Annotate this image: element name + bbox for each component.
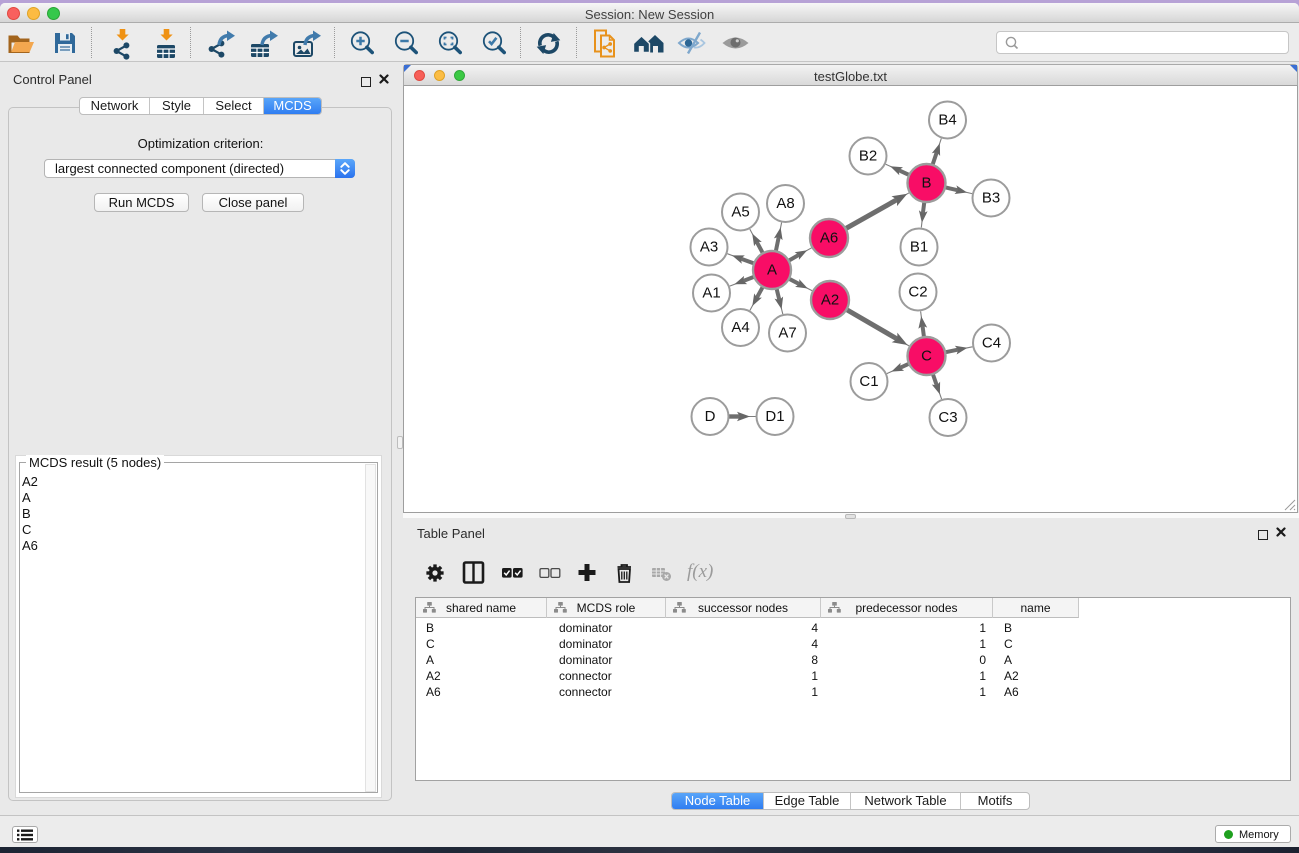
svg-text:A3: A3 — [700, 239, 718, 256]
svg-text:B2: B2 — [859, 148, 877, 165]
svg-text:C: C — [921, 348, 932, 365]
svg-text:A: A — [767, 262, 777, 279]
svg-text:C1: C1 — [859, 373, 878, 390]
svg-text:B: B — [921, 175, 931, 192]
svg-text:A1: A1 — [702, 285, 720, 302]
svg-text:C2: C2 — [908, 284, 927, 301]
svg-text:D: D — [705, 408, 716, 425]
svg-text:B4: B4 — [938, 112, 956, 129]
svg-text:C4: C4 — [982, 335, 1001, 352]
svg-text:D1: D1 — [765, 408, 784, 425]
svg-text:A7: A7 — [778, 325, 796, 342]
svg-text:A5: A5 — [731, 204, 749, 221]
svg-text:A8: A8 — [776, 195, 794, 212]
svg-text:B1: B1 — [910, 239, 928, 256]
svg-text:A4: A4 — [731, 319, 749, 336]
svg-text:C3: C3 — [938, 409, 957, 426]
svg-text:B3: B3 — [982, 190, 1000, 207]
svg-text:A2: A2 — [821, 292, 839, 309]
svg-text:A6: A6 — [820, 230, 838, 247]
